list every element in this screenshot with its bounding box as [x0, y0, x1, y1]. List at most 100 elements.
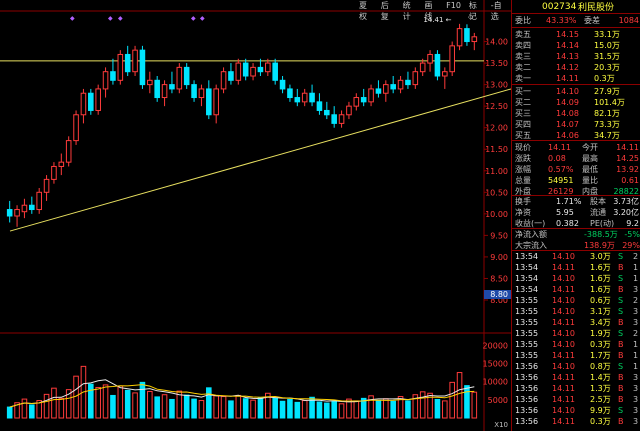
volume-tick-label: 10000: [483, 378, 508, 387]
tick-volume: 1.6万: [590, 263, 611, 272]
candle-body: [88, 92, 94, 111]
order-ratio-row: 委比 43.33% 委差 1084: [512, 15, 640, 26]
volume-bar: [456, 372, 463, 419]
tick-volume: 1.3万: [590, 384, 611, 393]
buy-level-row: 买一 14.10 27.9万: [512, 86, 640, 97]
volume-bar: [191, 398, 197, 419]
tick-row: 13:55 14.11 1.7万 B 1: [512, 350, 640, 361]
price-tick-label: 11.50: [485, 145, 508, 154]
volume-bar: [301, 400, 308, 419]
tick-count: 3: [633, 395, 639, 404]
sell-level-row: 卖五 14.15 33.1万: [512, 29, 640, 40]
tick-count: 3: [633, 373, 639, 382]
tick-side: B: [618, 318, 624, 327]
volume-bar: [6, 406, 13, 419]
price-tick-label: 8.50: [490, 274, 508, 283]
fundamental-row: 净资 5.95 流通 3.20亿: [512, 207, 640, 218]
candle-body: [21, 204, 28, 213]
tick-side: S: [618, 307, 624, 316]
tick-row: 13:56 14.10 9.9万 S 3: [512, 405, 640, 416]
flow-pct: -5%: [624, 230, 640, 239]
cursor-price-label: 8.80: [490, 290, 508, 299]
tick-count: 1: [633, 362, 639, 371]
tick-price: 14.11: [552, 384, 575, 393]
tick-side: B: [618, 395, 624, 404]
candle-body: [301, 92, 308, 103]
tick-side: S: [618, 329, 624, 338]
tick-side: S: [618, 252, 624, 261]
event-marker-icon: ◆: [70, 15, 75, 22]
stat-value: 14.11: [548, 143, 571, 152]
stat-label: 现价: [515, 143, 531, 152]
stat-label: 股本: [590, 197, 606, 206]
toolbar-btn-mark[interactable]: 标记: [465, 0, 487, 21]
chart-toolbar: 夏权 后复 统计 画线 F10 标记 -自选: [355, 0, 511, 21]
sell-level-row: 卖三 14.13 31.5万: [512, 51, 640, 62]
stat-value: 14.25: [616, 154, 639, 163]
toolbar-btn-backadjust[interactable]: 后复: [377, 0, 399, 21]
price-tick-label: 12.00: [485, 124, 508, 133]
candle-body: [139, 49, 146, 86]
tick-side: B: [618, 373, 624, 382]
toolbar-btn-adjust[interactable]: 夏权: [355, 0, 377, 21]
price-tick-label: 13.00: [485, 81, 508, 90]
stat-value: 0.61: [621, 176, 639, 185]
order-volume: 31.5万: [594, 52, 620, 61]
toolbar-btn-draw[interactable]: 画线: [420, 0, 442, 21]
order-volume: 33.1万: [594, 30, 620, 39]
candle-body: [117, 53, 124, 81]
stat-label: 今开: [582, 143, 598, 152]
candle-body: [427, 53, 433, 64]
order-volume: 15.0万: [594, 41, 620, 50]
tick-time: 13:54: [515, 252, 539, 261]
volume-bar: [95, 386, 101, 419]
order-level-label: 买四: [515, 120, 531, 129]
candle-body: [213, 88, 219, 116]
candle-body: [287, 88, 293, 99]
stat-value: 0.08: [548, 154, 566, 163]
tick-side: B: [618, 285, 624, 294]
volume-tick-label: 20000: [483, 341, 508, 350]
volume-bar: [147, 390, 153, 419]
tick-row: 13:55 14.11 3.4万 B 3: [512, 317, 640, 328]
volume-bar: [294, 401, 301, 419]
tick-row: 13:54 14.10 3.0万 S 2: [512, 251, 640, 262]
candle-body: [294, 97, 301, 103]
volume-ma5-line: [9, 379, 475, 408]
tick-row: 13:54 14.11 1.6万 B 1: [512, 262, 640, 273]
tick-count: 3: [633, 384, 639, 393]
toolbar-btn-stats[interactable]: 统计: [399, 0, 421, 21]
stat-label: 涨跌: [515, 154, 531, 163]
volume-unit-label: X10: [494, 421, 508, 429]
tick-row: 13:55 14.10 3.1万 S 3: [512, 306, 640, 317]
tick-price: 14.11: [552, 263, 575, 272]
volume-bar: [124, 389, 131, 419]
order-level-label: 卖四: [515, 41, 531, 50]
tick-side: B: [618, 340, 624, 349]
tick-row: 13:55 14.10 0.3万 B 1: [512, 339, 640, 350]
toolbar-btn-watchlist[interactable]: -自选: [487, 0, 511, 21]
sell-level-row: 卖一 14.11 0.3万: [512, 73, 640, 84]
tick-volume: 2.5万: [590, 395, 611, 404]
volume-bar: [51, 387, 57, 419]
stat-row: 总量 54951 量比 0.61: [512, 175, 640, 186]
buy-level-row: 买二 14.09 101.4万: [512, 97, 640, 108]
candle-body: [464, 28, 470, 43]
chart-canvas[interactable]: 14.00 13.50 13.00 12.50 12.00 11.50 11.00 10.50…: [0, 0, 511, 431]
volume-bar: [272, 397, 278, 419]
order-price: 14.09: [556, 98, 579, 107]
kline-chart[interactable]: 14.00 13.50 13.00 12.50 12.00 11.50 11.00 10.50…: [0, 0, 511, 431]
toolbar-btn-f10[interactable]: F10: [442, 0, 465, 11]
candle-body: [390, 84, 396, 90]
tick-volume: 0.3万: [590, 340, 611, 349]
candle-body: [206, 88, 212, 116]
volume-bar: [161, 394, 168, 419]
tick-price: 14.10: [552, 307, 575, 316]
candle-body: [14, 209, 20, 217]
candle-body: [346, 105, 352, 116]
stat-value: 5.95: [556, 208, 574, 217]
stat-value: 13.92: [616, 165, 639, 174]
stat-label: 总量: [515, 176, 531, 185]
sell-level-row: 卖四 14.14 15.0万: [512, 40, 640, 51]
stock-code: 002734: [542, 1, 577, 12]
